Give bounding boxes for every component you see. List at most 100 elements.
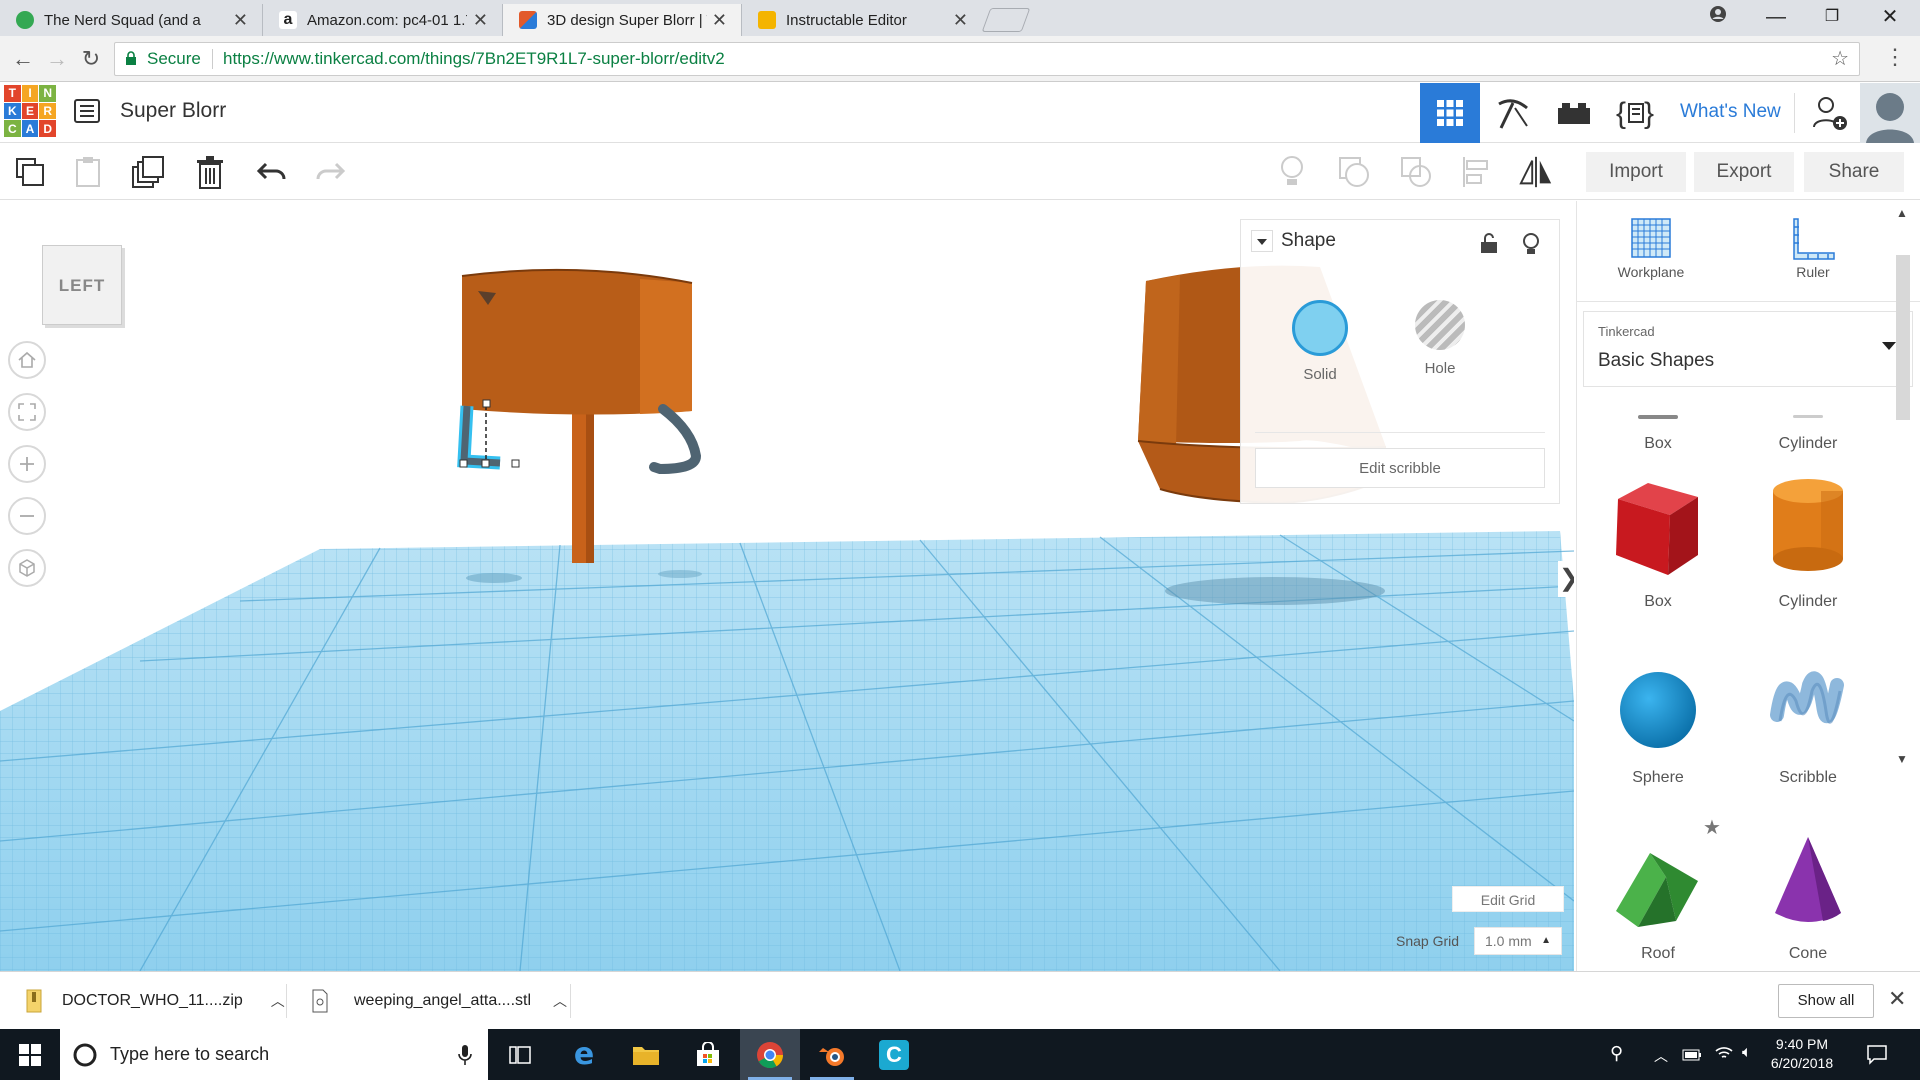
edit-grid-button[interactable]: Edit Grid — [1452, 886, 1564, 912]
ruler-tool[interactable]: Ruler — [1753, 215, 1873, 280]
codeblocks-view-button[interactable]: {} — [1606, 83, 1666, 143]
browser-menu-icon[interactable]: ⋮ — [1884, 44, 1906, 70]
volume-icon[interactable]: 🔈︎ — [1742, 1044, 1752, 1062]
shape-tile-cone[interactable]: Cone — [1733, 813, 1883, 963]
tinkercad-logo[interactable]: T I N K E R C A D — [4, 85, 56, 137]
file-explorer-icon[interactable] — [616, 1029, 676, 1080]
people-icon[interactable]: ⚲ — [1610, 1043, 1623, 1064]
export-button[interactable]: Export — [1694, 152, 1794, 192]
workplane-viewport[interactable]: LEFT Shape Solid Hole Edit scribble Edit… — [0, 201, 1574, 971]
wifi-icon[interactable] — [1714, 1045, 1734, 1066]
redo-button[interactable] — [312, 154, 348, 190]
restore-window-button[interactable]: ❐ — [1804, 2, 1860, 32]
hide-shape-button[interactable] — [1521, 232, 1541, 261]
zoom-in-button[interactable] — [8, 445, 46, 483]
taskbar-search-box[interactable]: Type here to search — [60, 1029, 488, 1080]
tab-title: Instructable Editor — [786, 11, 907, 29]
bookmark-star-icon[interactable]: ☆ — [1831, 43, 1849, 75]
back-arrow-icon[interactable]: ← — [8, 44, 38, 74]
shape-tile-scribble[interactable]: Scribble — [1733, 637, 1883, 787]
show-hidden-icons-chevron-icon[interactable]: ︿ — [1654, 1046, 1668, 1066]
forward-arrow-icon[interactable]: → — [42, 44, 72, 74]
close-downloads-icon[interactable]: ✕ — [1888, 986, 1906, 1012]
shape-tile-box-partial[interactable]: Box — [1583, 415, 1733, 453]
store-icon[interactable] — [678, 1029, 738, 1080]
edit-scribble-button[interactable]: Edit scribble — [1255, 448, 1545, 488]
show-all-button[interactable] — [1274, 154, 1310, 190]
shapes-scrollbar[interactable] — [1896, 255, 1910, 420]
shape-library-select[interactable]: Tinkercad Basic Shapes — [1583, 311, 1913, 387]
align-button[interactable] — [1458, 154, 1494, 190]
shape-tile-sphere[interactable]: Sphere — [1583, 637, 1733, 787]
snap-grid-select[interactable]: 1.0 mm ▲ — [1474, 927, 1562, 955]
url-input[interactable]: Secure https://www.tinkercad.com/things/… — [114, 42, 1860, 76]
group-button[interactable] — [1336, 154, 1372, 190]
scroll-down-arrow-icon[interactable]: ▼ — [1896, 752, 1908, 766]
shape-label: Cone — [1788, 945, 1828, 962]
cura-icon[interactable]: C — [864, 1029, 924, 1080]
system-clock[interactable]: 9:40 PM 6/20/2018 — [1760, 1035, 1844, 1073]
browser-tab-nerd-squad[interactable]: The Nerd Squad (and a li ✕ — [0, 4, 262, 36]
invite-user-button[interactable] — [1800, 83, 1860, 143]
view-cube[interactable]: LEFT — [42, 245, 122, 325]
download-item[interactable]: DOCTOR_WHO_11....zip ︿ — [24, 972, 285, 1030]
shape-tile-box[interactable]: Box — [1583, 461, 1733, 611]
close-tab-icon[interactable]: ✕ — [712, 10, 727, 31]
fit-view-button[interactable] — [8, 393, 46, 431]
browser-tab-amazon[interactable]: a Amazon.com: pc4-01 1.75 ✕ — [262, 4, 502, 36]
chevron-up-icon[interactable]: ︿ — [271, 991, 285, 1011]
close-tab-icon[interactable]: ✕ — [953, 10, 968, 31]
lock-shape-button[interactable] — [1479, 232, 1499, 259]
collapse-inspector-button[interactable] — [1251, 230, 1273, 252]
show-all-downloads-button[interactable]: Show all — [1778, 984, 1874, 1018]
profile-icon[interactable] — [1690, 2, 1746, 32]
new-tab-button[interactable] — [981, 8, 1031, 32]
workplane-tool[interactable]: Workplane — [1591, 215, 1711, 280]
user-avatar[interactable] — [1860, 83, 1920, 143]
solid-option[interactable]: Solid — [1285, 300, 1355, 383]
microphone-icon[interactable] — [458, 1044, 472, 1066]
bricks-view-button[interactable] — [1544, 83, 1604, 143]
trash-icon — [197, 156, 223, 189]
design-menu-icon[interactable] — [74, 99, 100, 123]
shape-tile-cylinder[interactable]: Cylinder — [1733, 461, 1883, 611]
blender-icon[interactable] — [802, 1029, 862, 1080]
browser-tab-instructables[interactable]: Instructable Editor ✕ — [742, 4, 982, 36]
workplane-icon — [1631, 218, 1671, 258]
edge-browser-icon[interactable]: e — [554, 1029, 614, 1080]
ungroup-button[interactable] — [1398, 154, 1434, 190]
hole-option[interactable]: Hole — [1405, 300, 1475, 377]
start-button[interactable] — [0, 1029, 60, 1080]
collapse-panel-chevron-icon[interactable]: ❯ — [1558, 561, 1574, 597]
minimize-window-button[interactable]: — — [1748, 2, 1804, 32]
import-button[interactable]: Import — [1586, 152, 1686, 192]
close-window-button[interactable]: ✕ — [1862, 2, 1918, 32]
chrome-icon[interactable] — [740, 1029, 800, 1080]
close-tab-icon[interactable]: ✕ — [233, 10, 248, 31]
reload-icon[interactable]: ↻ — [76, 44, 106, 74]
undo-button[interactable] — [254, 154, 290, 190]
copy-button[interactable] — [12, 154, 48, 190]
scroll-up-arrow-icon[interactable]: ▲ — [1896, 206, 1908, 220]
zoom-out-button[interactable] — [8, 497, 46, 535]
shape-tile-cylinder-partial[interactable]: Cylinder — [1733, 415, 1883, 453]
download-item[interactable]: weeping_angel_atta....stl ︿ — [310, 972, 567, 1030]
chevron-up-icon[interactable]: ︿ — [553, 991, 567, 1011]
paste-button[interactable] — [70, 154, 106, 190]
orange-cylinder-object[interactable] — [457, 268, 702, 563]
close-tab-icon[interactable]: ✕ — [473, 10, 488, 31]
action-center-icon[interactable] — [1866, 1043, 1888, 1070]
mirror-button[interactable] — [1518, 154, 1554, 190]
browser-tab-tinkercad[interactable]: 3D design Super Blorr | Ti ✕ — [502, 4, 742, 36]
delete-button[interactable] — [192, 154, 228, 190]
home-view-button[interactable] — [8, 341, 46, 379]
task-view-icon[interactable] — [490, 1029, 550, 1080]
battery-icon[interactable] — [1682, 1046, 1702, 1067]
share-button[interactable]: Share — [1804, 152, 1904, 192]
design-title[interactable]: Super Blorr — [120, 99, 226, 123]
whats-new-link[interactable]: What's New — [1680, 101, 1781, 123]
3d-design-view-button[interactable] — [1420, 83, 1480, 143]
blocks-view-button[interactable] — [1482, 83, 1542, 143]
perspective-toggle-button[interactable] — [8, 549, 46, 587]
duplicate-button[interactable] — [130, 154, 166, 190]
